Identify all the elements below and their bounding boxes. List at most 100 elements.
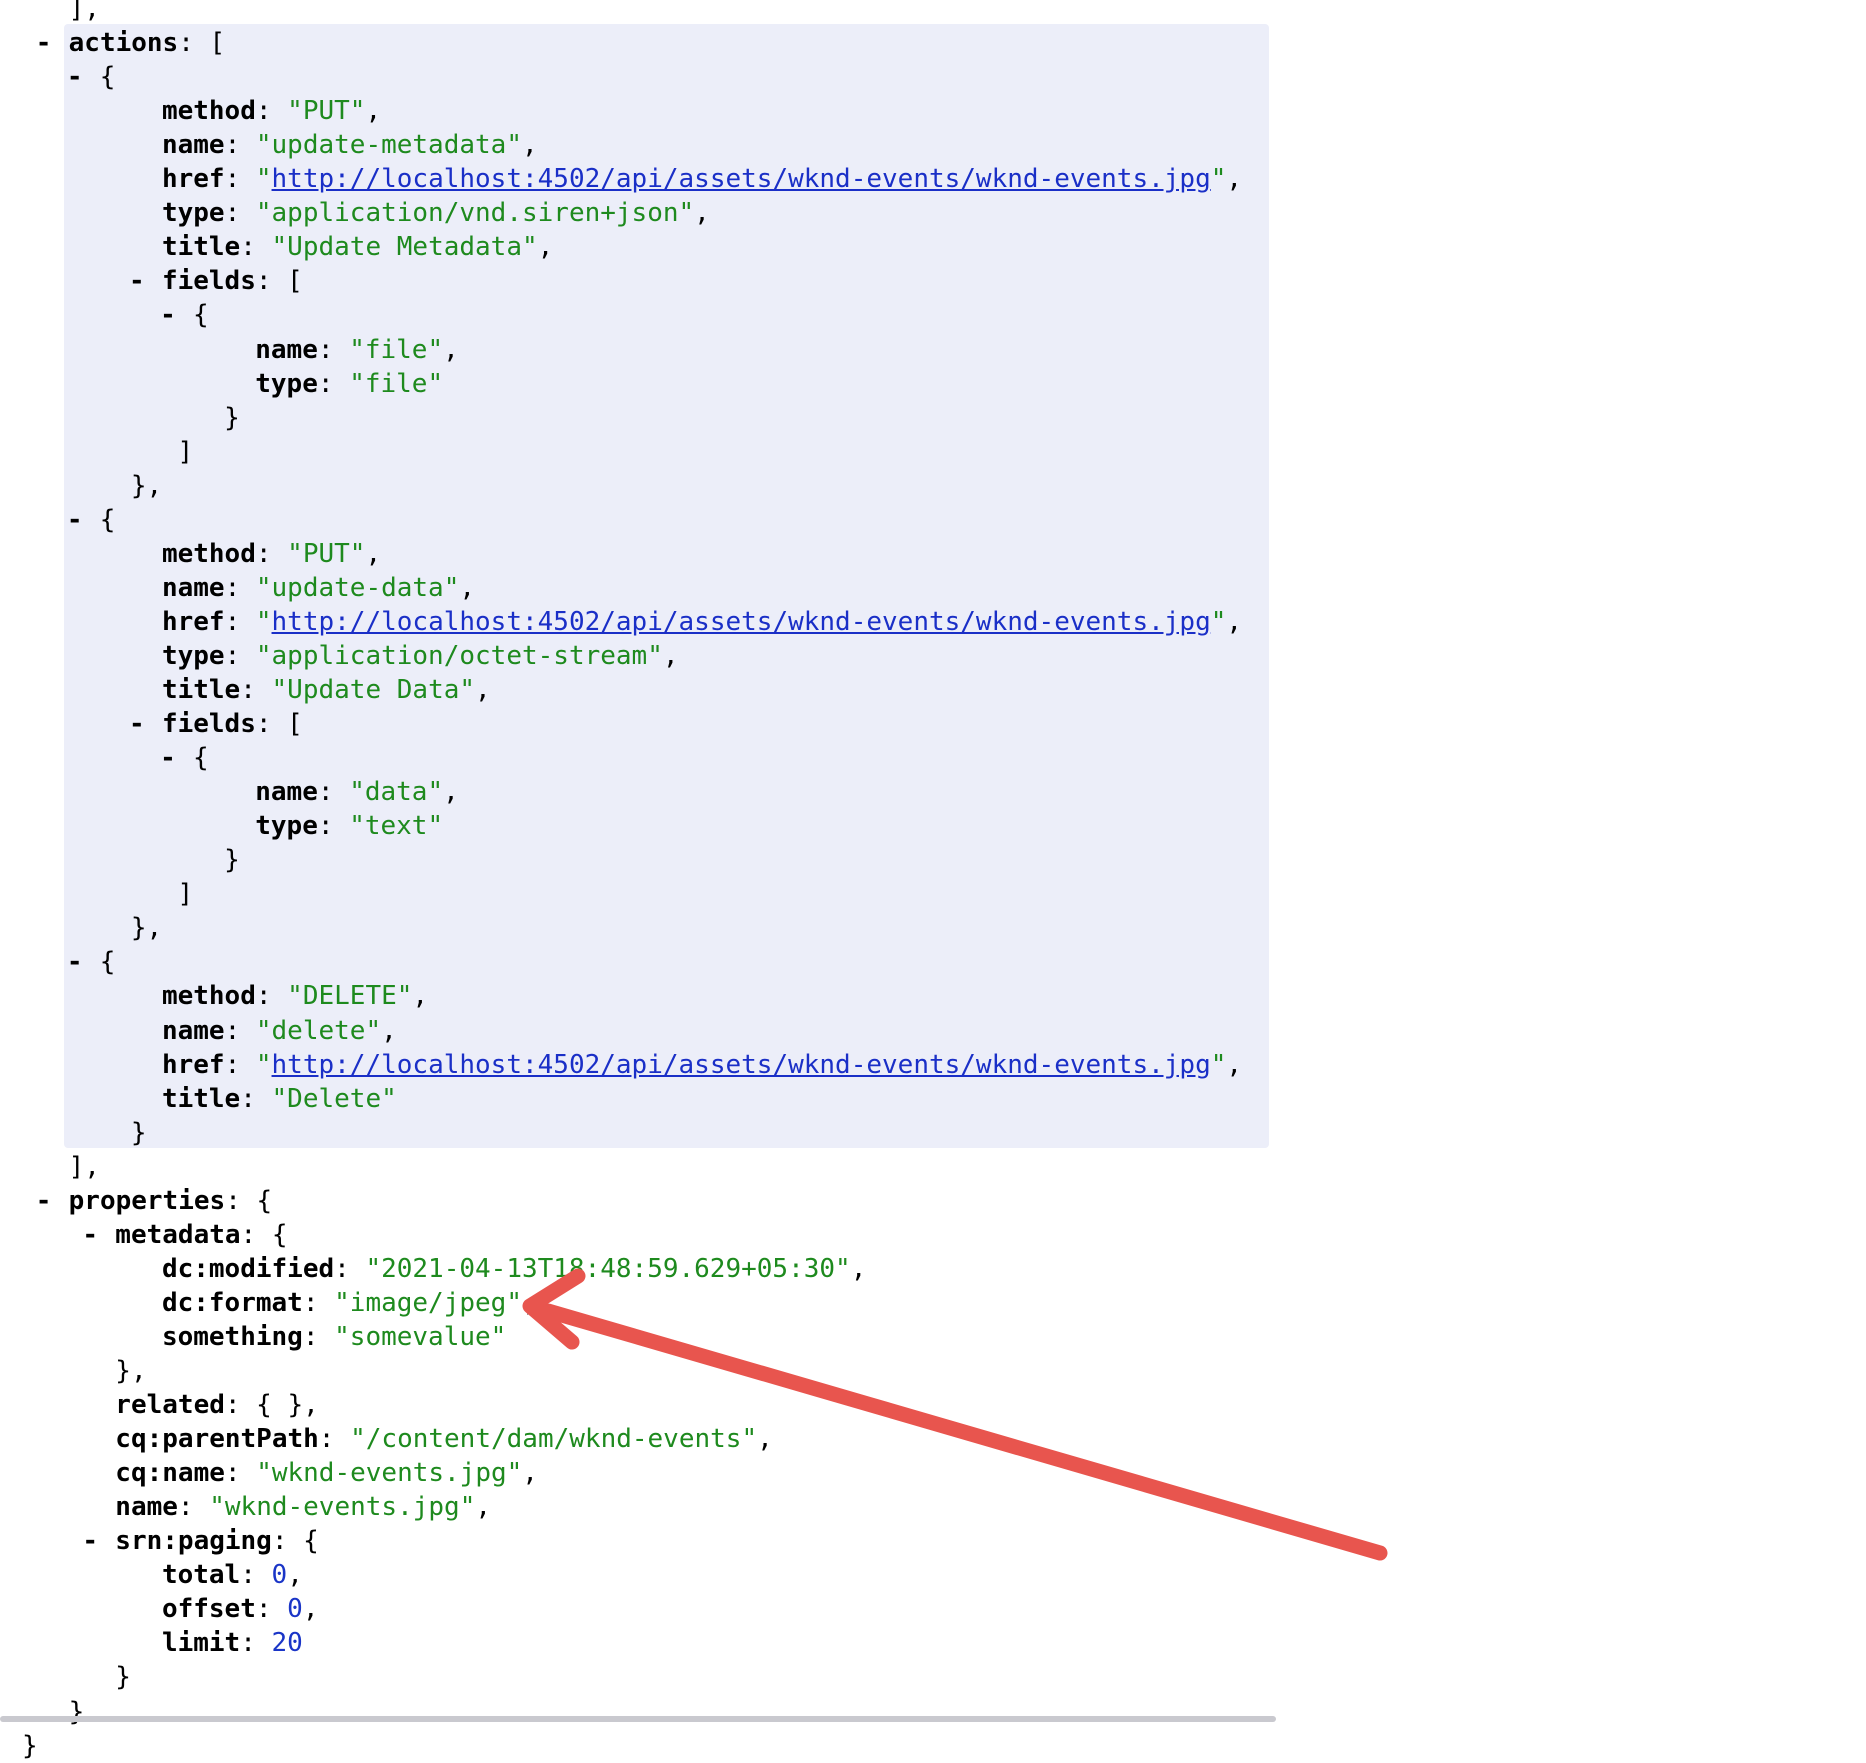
json-punctuation: : [255, 538, 288, 569]
json-key: name [161, 130, 225, 161]
json-punctuation: : [255, 981, 288, 1012]
json-punctuation: : [224, 640, 256, 671]
json-string: " [1210, 1049, 1227, 1080]
collapse-toggle[interactable]: - [156, 298, 180, 332]
json-line: { [100, 945, 116, 979]
json-punctuation: : [224, 1458, 257, 1489]
json-line: dc:modified: "2021-04-13T18:48:59.629+05… [162, 1252, 866, 1286]
json-link[interactable]: http://localhost:4502/api/assets/wknd-ev… [272, 164, 1211, 194]
json-string: "Delete" [271, 1083, 397, 1114]
json-line: href: "http://localhost:4502/api/assets/… [162, 1048, 1242, 1082]
json-punctuation: { [99, 504, 116, 535]
collapse-toggle[interactable]: - [156, 741, 180, 775]
json-number: 0 [287, 1594, 303, 1625]
json-string: "text" [349, 811, 444, 842]
json-punctuation: : [302, 1321, 335, 1352]
collapse-toggle[interactable]: - [32, 1184, 56, 1218]
json-string: "delete" [255, 1015, 382, 1046]
json-line: title: "Update Data", [162, 673, 491, 707]
json-string: "DELETE" [287, 981, 413, 1012]
json-line: fields: [ [162, 264, 303, 298]
json-punctuation: , [1226, 164, 1243, 195]
json-line: }, [131, 911, 162, 945]
json-punctuation: : { [225, 1185, 273, 1216]
json-punctuation: , [521, 130, 538, 161]
json-string: "data" [349, 777, 444, 808]
json-punctuation: : [317, 777, 350, 808]
json-punctuation: : [177, 1492, 210, 1523]
json-key: fields [161, 266, 256, 297]
collapse-toggle[interactable]: - [63, 945, 87, 979]
collapse-toggle[interactable]: - [78, 1524, 102, 1558]
json-key: name [255, 777, 318, 808]
json-string: " [1210, 606, 1227, 637]
json-link[interactable]: http://localhost:4502/api/assets/wknd-ev… [272, 1050, 1211, 1080]
json-punctuation: : { [271, 1526, 319, 1557]
json-line: href: "http://localhost:4502/api/assets/… [162, 162, 1242, 196]
json-line: }, [131, 469, 162, 503]
json-key: name [255, 334, 318, 365]
json-key: href [161, 164, 225, 195]
json-punctuation: ] [177, 879, 194, 910]
json-punctuation: , [475, 1492, 491, 1523]
json-string: "application/octet-stream" [255, 640, 663, 671]
json-punctuation: , [365, 538, 382, 569]
json-string: "somevalue" [334, 1321, 507, 1352]
json-key: method [161, 96, 256, 127]
json-key: name [115, 1492, 178, 1523]
json-key: type [161, 198, 225, 229]
json-punctuation: } [115, 1662, 131, 1693]
json-key: properties [68, 1185, 226, 1216]
json-key: name [161, 572, 225, 603]
collapse-toggle[interactable]: - [63, 503, 87, 537]
json-line: } [22, 1729, 38, 1763]
json-line: type: "text" [255, 809, 443, 843]
json-key: total [161, 1560, 241, 1591]
json-number: 20 [271, 1628, 303, 1659]
json-string: "wknd-events.jpg" [256, 1458, 523, 1489]
json-line: method: "PUT", [162, 94, 381, 128]
json-punctuation: : [224, 572, 256, 603]
json-punctuation: : [ [255, 709, 303, 740]
json-punctuation: : [240, 1083, 272, 1114]
collapse-toggle[interactable]: - [78, 1218, 102, 1252]
json-punctuation: : [224, 1049, 256, 1080]
json-punctuation: : [ [178, 28, 226, 59]
json-punctuation: : [224, 1015, 256, 1046]
json-key: href [161, 606, 225, 637]
json-line: dc:format: "image/jpeg", [162, 1286, 538, 1320]
json-key: offset [161, 1594, 256, 1625]
json-key: metadata [115, 1219, 241, 1250]
collapse-toggle[interactable]: - [125, 264, 149, 298]
collapse-toggle[interactable]: - [32, 26, 56, 60]
json-punctuation: : [224, 198, 256, 229]
json-line: metadata: { [115, 1218, 287, 1252]
json-line: something: "somevalue" [162, 1320, 506, 1354]
json-punctuation: : [302, 1287, 335, 1318]
json-punctuation: : [317, 334, 350, 365]
json-string: " [255, 606, 272, 637]
json-line: total: 0, [162, 1558, 303, 1592]
json-punctuation: : [240, 1628, 272, 1659]
collapse-toggle[interactable]: - [125, 707, 149, 741]
json-string: "application/vnd.siren+json" [255, 198, 695, 229]
horizontal-scrollbar[interactable] [0, 1716, 1276, 1722]
json-line: { [100, 60, 116, 94]
json-key: dc:format [161, 1287, 303, 1318]
json-line: cq:parentPath: "/content/dam/wknd-events… [115, 1422, 772, 1456]
json-key: actions [68, 28, 179, 59]
json-punctuation: : { }, [224, 1390, 319, 1421]
json-key: name [161, 1015, 225, 1046]
json-punctuation: , [694, 198, 710, 229]
json-punctuation: , [537, 232, 554, 263]
json-line: name: "update-metadata", [162, 128, 538, 162]
collapse-toggle[interactable]: - [63, 60, 87, 94]
json-link[interactable]: http://localhost:4502/api/assets/wknd-ev… [272, 607, 1211, 637]
json-key: cq:name [115, 1458, 225, 1489]
json-punctuation: } [224, 402, 240, 433]
json-key: limit [161, 1628, 241, 1659]
json-line: title: "Update Metadata", [162, 230, 553, 264]
json-punctuation: : [318, 1424, 351, 1455]
json-string: " [1210, 164, 1227, 195]
json-key: type [161, 640, 225, 671]
